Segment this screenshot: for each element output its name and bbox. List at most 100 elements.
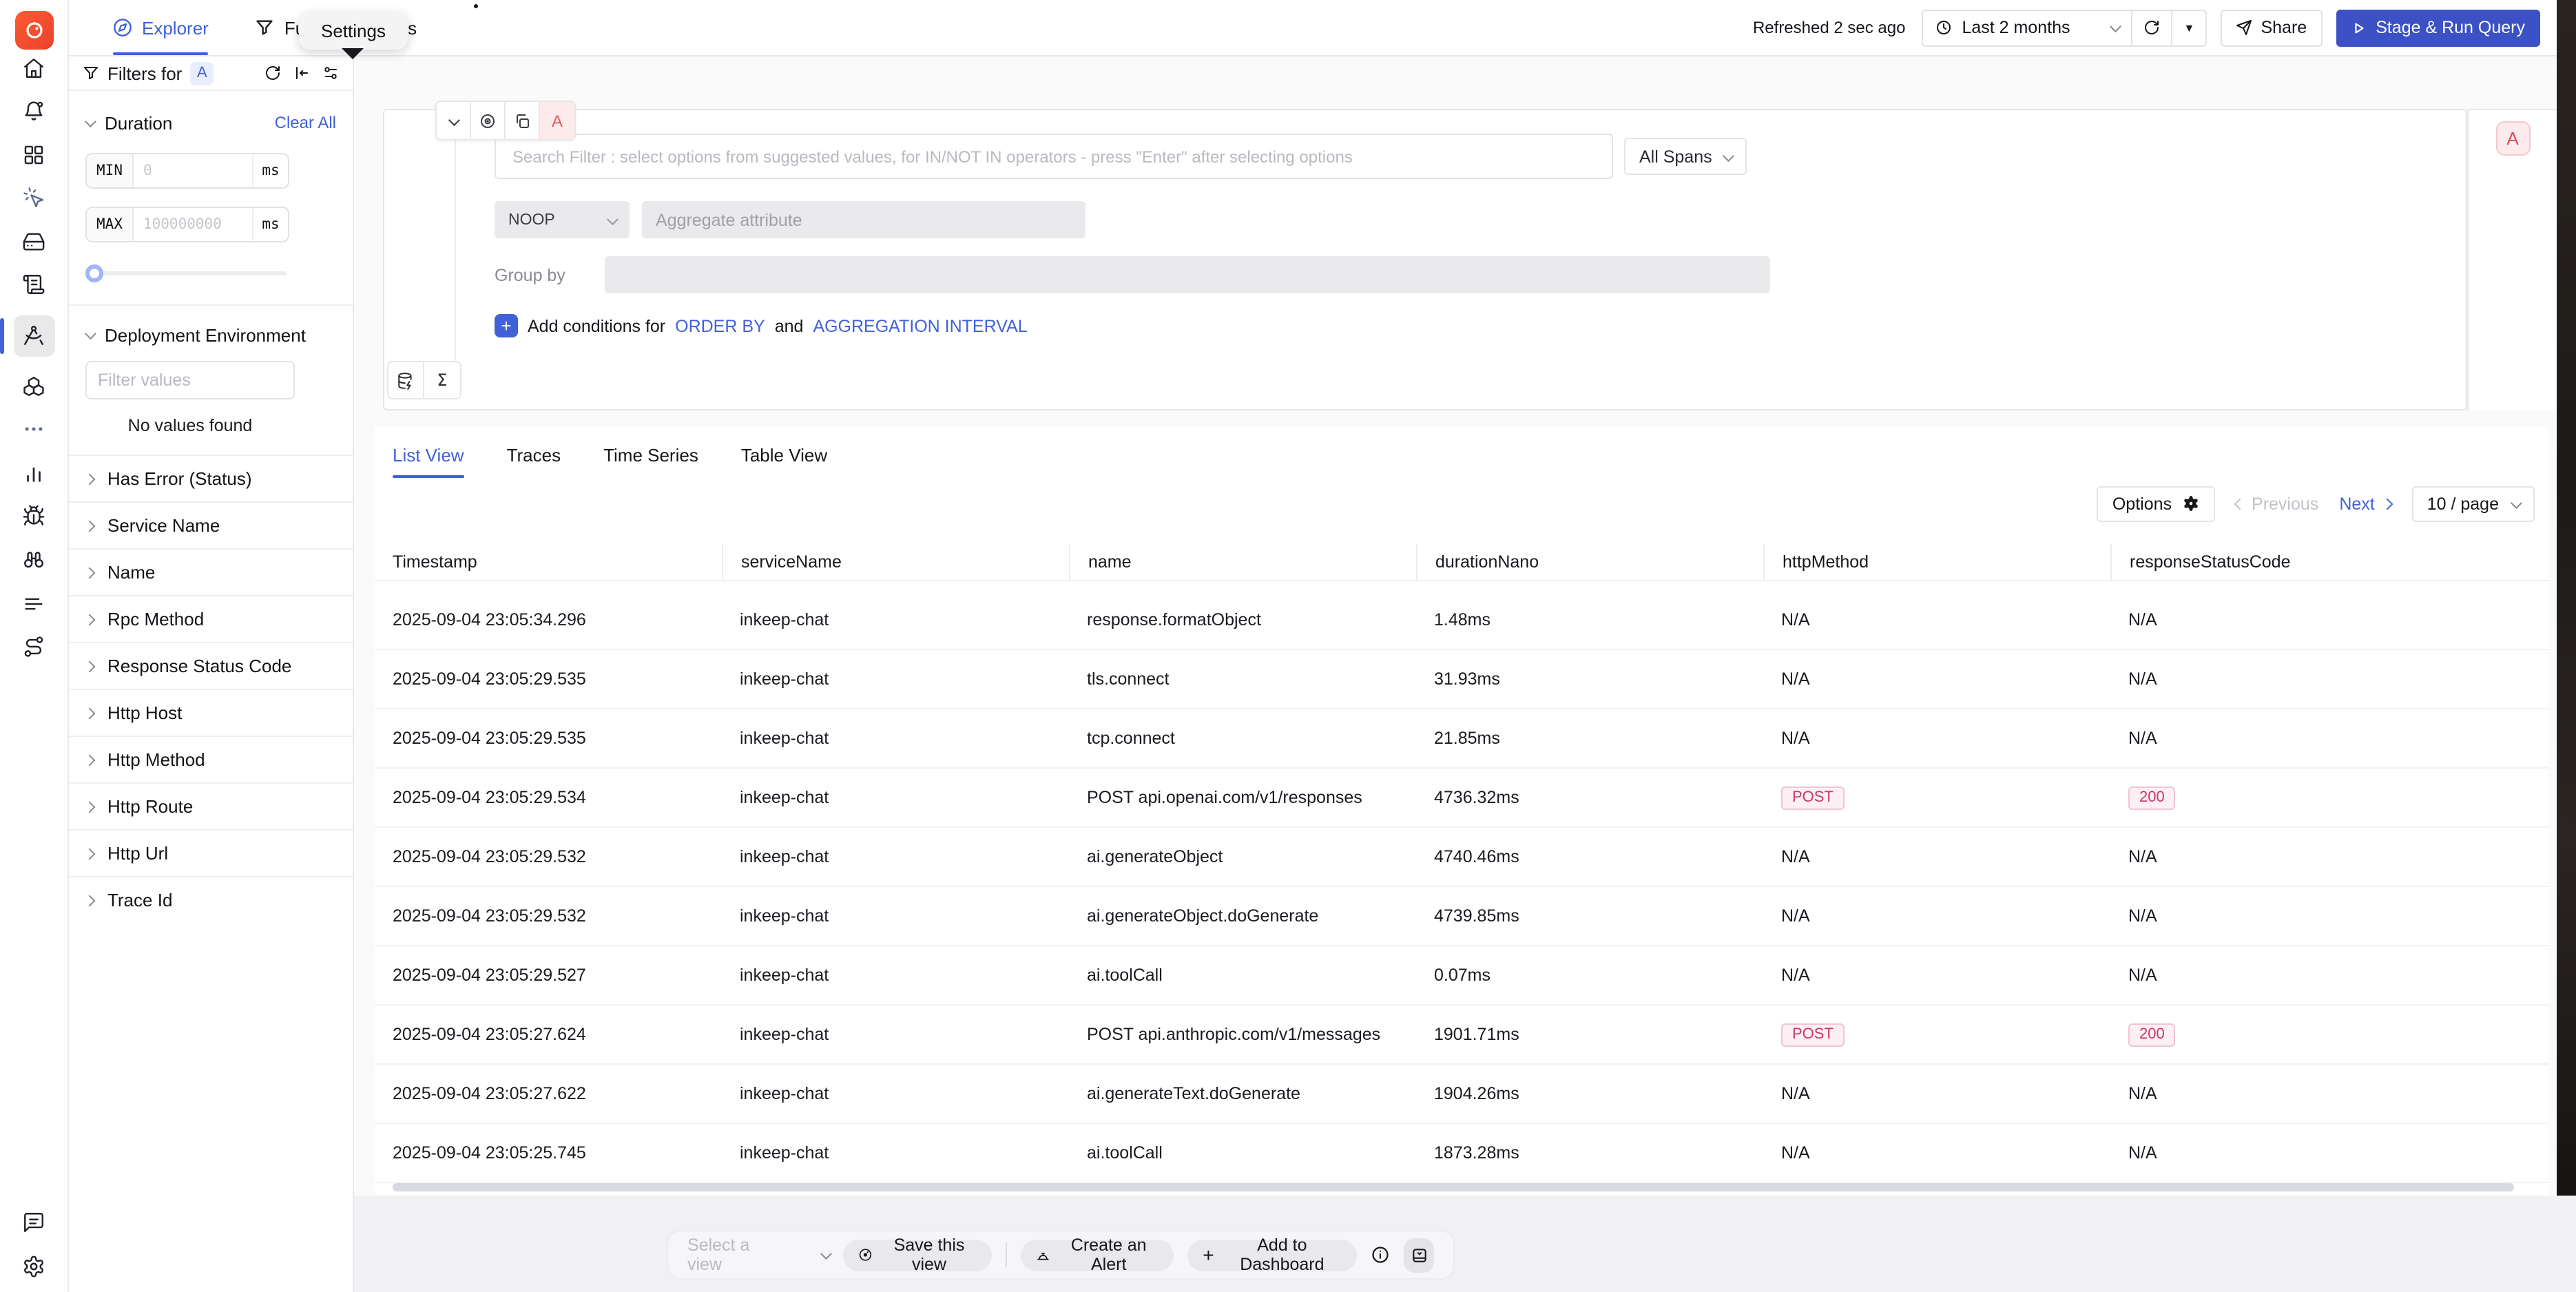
formula-sigma-button[interactable]: Σ bbox=[424, 362, 460, 398]
alerts-bell-icon[interactable] bbox=[13, 97, 54, 125]
query-chip-a[interactable]: A bbox=[190, 61, 214, 85]
group-by-input[interactable] bbox=[605, 256, 1770, 293]
table-row[interactable]: 2025-09-04 23:05:29.532inkeep-chatai.gen… bbox=[375, 828, 2548, 887]
clear-all-link[interactable]: Clear All bbox=[275, 113, 336, 132]
table-row[interactable]: 2025-09-04 23:05:27.624inkeep-chatPOST a… bbox=[375, 1006, 2548, 1065]
filter-section-http-host[interactable]: Http Host bbox=[69, 689, 353, 736]
filter-section-http-route[interactable]: Http Route bbox=[69, 782, 353, 829]
table-cell: tcp.connect bbox=[1069, 709, 1416, 767]
column-header-timestamp[interactable]: Timestamp bbox=[375, 544, 722, 580]
table-cell: N/A bbox=[1763, 1065, 2110, 1123]
header-actions: Refreshed 2 sec ago Last 2 months ▼ Shar… bbox=[1753, 9, 2557, 46]
value-badge: 200 bbox=[2128, 1023, 2176, 1046]
aggregate-attribute-input[interactable] bbox=[642, 201, 1086, 238]
download-panel-button[interactable] bbox=[1404, 1238, 1434, 1272]
deployment-filter-values-input[interactable] bbox=[85, 361, 295, 399]
table-row[interactable]: 2025-09-04 23:05:29.535inkeep-chattls.co… bbox=[375, 650, 2548, 709]
query-a-badge[interactable]: A bbox=[2495, 121, 2530, 156]
filter-section-name[interactable]: Name bbox=[69, 548, 353, 595]
filter-section-http-method[interactable]: Http Method bbox=[69, 736, 353, 782]
services-boxes-icon[interactable] bbox=[13, 372, 54, 399]
infrastructure-server-icon[interactable] bbox=[13, 228, 54, 256]
span-scope-select[interactable]: All Spans bbox=[1624, 138, 1747, 175]
duration-max-input[interactable] bbox=[134, 208, 252, 241]
options-button[interactable]: Options bbox=[2097, 486, 2214, 521]
table-row[interactable]: 2025-09-04 23:05:29.532inkeep-chatai.gen… bbox=[375, 887, 2548, 946]
aggregation-interval-link[interactable]: AGGREGATION INTERVAL bbox=[813, 316, 1027, 335]
info-button[interactable] bbox=[1371, 1245, 1390, 1264]
column-header-durationnano[interactable]: durationNano bbox=[1416, 544, 1763, 580]
toggle-visibility-button[interactable] bbox=[471, 102, 506, 139]
filter-section-rpc-method[interactable]: Rpc Method bbox=[69, 595, 353, 642]
horizontal-scrollbar[interactable] bbox=[393, 1183, 2514, 1191]
click-pointer-icon[interactable] bbox=[13, 185, 54, 212]
view-tab-traces[interactable]: Traces bbox=[507, 445, 561, 478]
slider-track[interactable] bbox=[85, 271, 287, 275]
support-chat-icon[interactable] bbox=[13, 1208, 54, 1236]
next-label: Next bbox=[2339, 494, 2374, 513]
integrations-route-icon[interactable] bbox=[13, 633, 54, 660]
search-filter-input[interactable] bbox=[510, 145, 1598, 167]
view-tab-list-view[interactable]: List View bbox=[393, 445, 464, 478]
query-label-badge[interactable]: A bbox=[540, 102, 574, 139]
view-tab-table-view[interactable]: Table View bbox=[741, 445, 827, 478]
time-range-select[interactable]: Last 2 months bbox=[1922, 9, 2132, 46]
logs-scroll-icon[interactable] bbox=[13, 271, 54, 299]
view-select[interactable]: Select a view bbox=[687, 1236, 830, 1274]
explore-binoculars-icon[interactable] bbox=[13, 546, 54, 574]
chevron-down-icon[interactable] bbox=[85, 328, 96, 340]
save-view-button[interactable]: Save this view bbox=[844, 1239, 993, 1271]
view-tab-time-series[interactable]: Time Series bbox=[603, 445, 698, 478]
chevron-down-icon bbox=[1723, 149, 1734, 161]
sync-filters-button[interactable] bbox=[264, 65, 281, 81]
collapse-query-button[interactable] bbox=[437, 102, 471, 139]
pipelines-list-icon[interactable] bbox=[13, 590, 54, 617]
column-header-responsestatuscode[interactable]: responseStatusCode bbox=[2110, 544, 2548, 580]
home-icon[interactable] bbox=[13, 54, 54, 81]
next-page-button[interactable]: Next bbox=[2339, 494, 2391, 513]
add-to-dashboard-button[interactable]: + Add to Dashboard bbox=[1187, 1239, 1357, 1271]
add-conditions-plus-button[interactable]: + bbox=[495, 314, 518, 337]
filter-section-http-url[interactable]: Http Url bbox=[69, 829, 353, 876]
filter-settings-button[interactable] bbox=[322, 65, 339, 81]
filter-section-service-name[interactable]: Service Name bbox=[69, 501, 353, 548]
table-row[interactable]: 2025-09-04 23:05:34.296inkeep-chatrespon… bbox=[375, 591, 2548, 650]
more-ellipsis-icon[interactable] bbox=[13, 416, 54, 444]
refresh-button[interactable] bbox=[2132, 9, 2172, 46]
signoz-logo-icon[interactable] bbox=[14, 11, 53, 50]
page-size-select[interactable]: 10 / page bbox=[2412, 486, 2535, 521]
table-row[interactable]: 2025-09-04 23:05:29.535inkeep-chattcp.co… bbox=[375, 709, 2548, 769]
duration-min-input[interactable] bbox=[134, 154, 252, 187]
table-row[interactable]: 2025-09-04 23:05:27.622inkeep-chatai.gen… bbox=[375, 1065, 2548, 1124]
slider-handle[interactable] bbox=[85, 264, 103, 282]
deployment-environment-label[interactable]: Deployment Environment bbox=[105, 324, 306, 345]
filter-section-has-error-status[interactable]: Has Error (Status) bbox=[69, 455, 353, 501]
exceptions-bug-icon[interactable] bbox=[13, 503, 54, 530]
usage-bar-chart-icon[interactable] bbox=[13, 459, 54, 487]
clone-query-button[interactable] bbox=[506, 102, 540, 139]
table-row[interactable]: 2025-09-04 23:05:25.745inkeep-chatai.too… bbox=[375, 1124, 2548, 1183]
query-builder-mode-button[interactable] bbox=[388, 362, 424, 398]
column-header-httpmethod[interactable]: httpMethod bbox=[1763, 544, 2110, 580]
aggregate-operator-select[interactable]: NOOP bbox=[495, 201, 630, 238]
traces-compass-icon[interactable] bbox=[13, 315, 54, 356]
filter-section-trace-id[interactable]: Trace Id bbox=[69, 876, 353, 923]
collapse-panel-button[interactable] bbox=[293, 65, 310, 81]
chevron-down-icon[interactable] bbox=[85, 116, 96, 127]
column-header-name[interactable]: name bbox=[1069, 544, 1416, 580]
duration-label[interactable]: Duration bbox=[105, 112, 172, 133]
refresh-options-caret[interactable]: ▼ bbox=[2172, 9, 2207, 46]
settings-gear-icon[interactable] bbox=[13, 1252, 54, 1280]
dashboards-grid-icon[interactable] bbox=[13, 140, 54, 168]
filter-section-response-status-code[interactable]: Response Status Code bbox=[69, 642, 353, 689]
order-by-link[interactable]: ORDER BY bbox=[675, 316, 765, 335]
table-row[interactable]: 2025-09-04 23:05:29.534inkeep-chatPOST a… bbox=[375, 769, 2548, 828]
table-row[interactable]: 2025-09-04 23:05:29.527inkeep-chatai.too… bbox=[375, 946, 2548, 1006]
tooltip-text: Settings bbox=[321, 21, 386, 41]
share-button[interactable]: Share bbox=[2221, 9, 2322, 46]
previous-page-button[interactable]: Previous bbox=[2235, 494, 2318, 513]
column-header-servicename[interactable]: serviceName bbox=[722, 544, 1069, 580]
create-alert-button[interactable]: Create an Alert bbox=[1021, 1239, 1174, 1271]
tab-explorer[interactable]: Explorer bbox=[113, 0, 209, 55]
stage-run-query-button[interactable]: Stage & Run Query bbox=[2336, 9, 2540, 46]
